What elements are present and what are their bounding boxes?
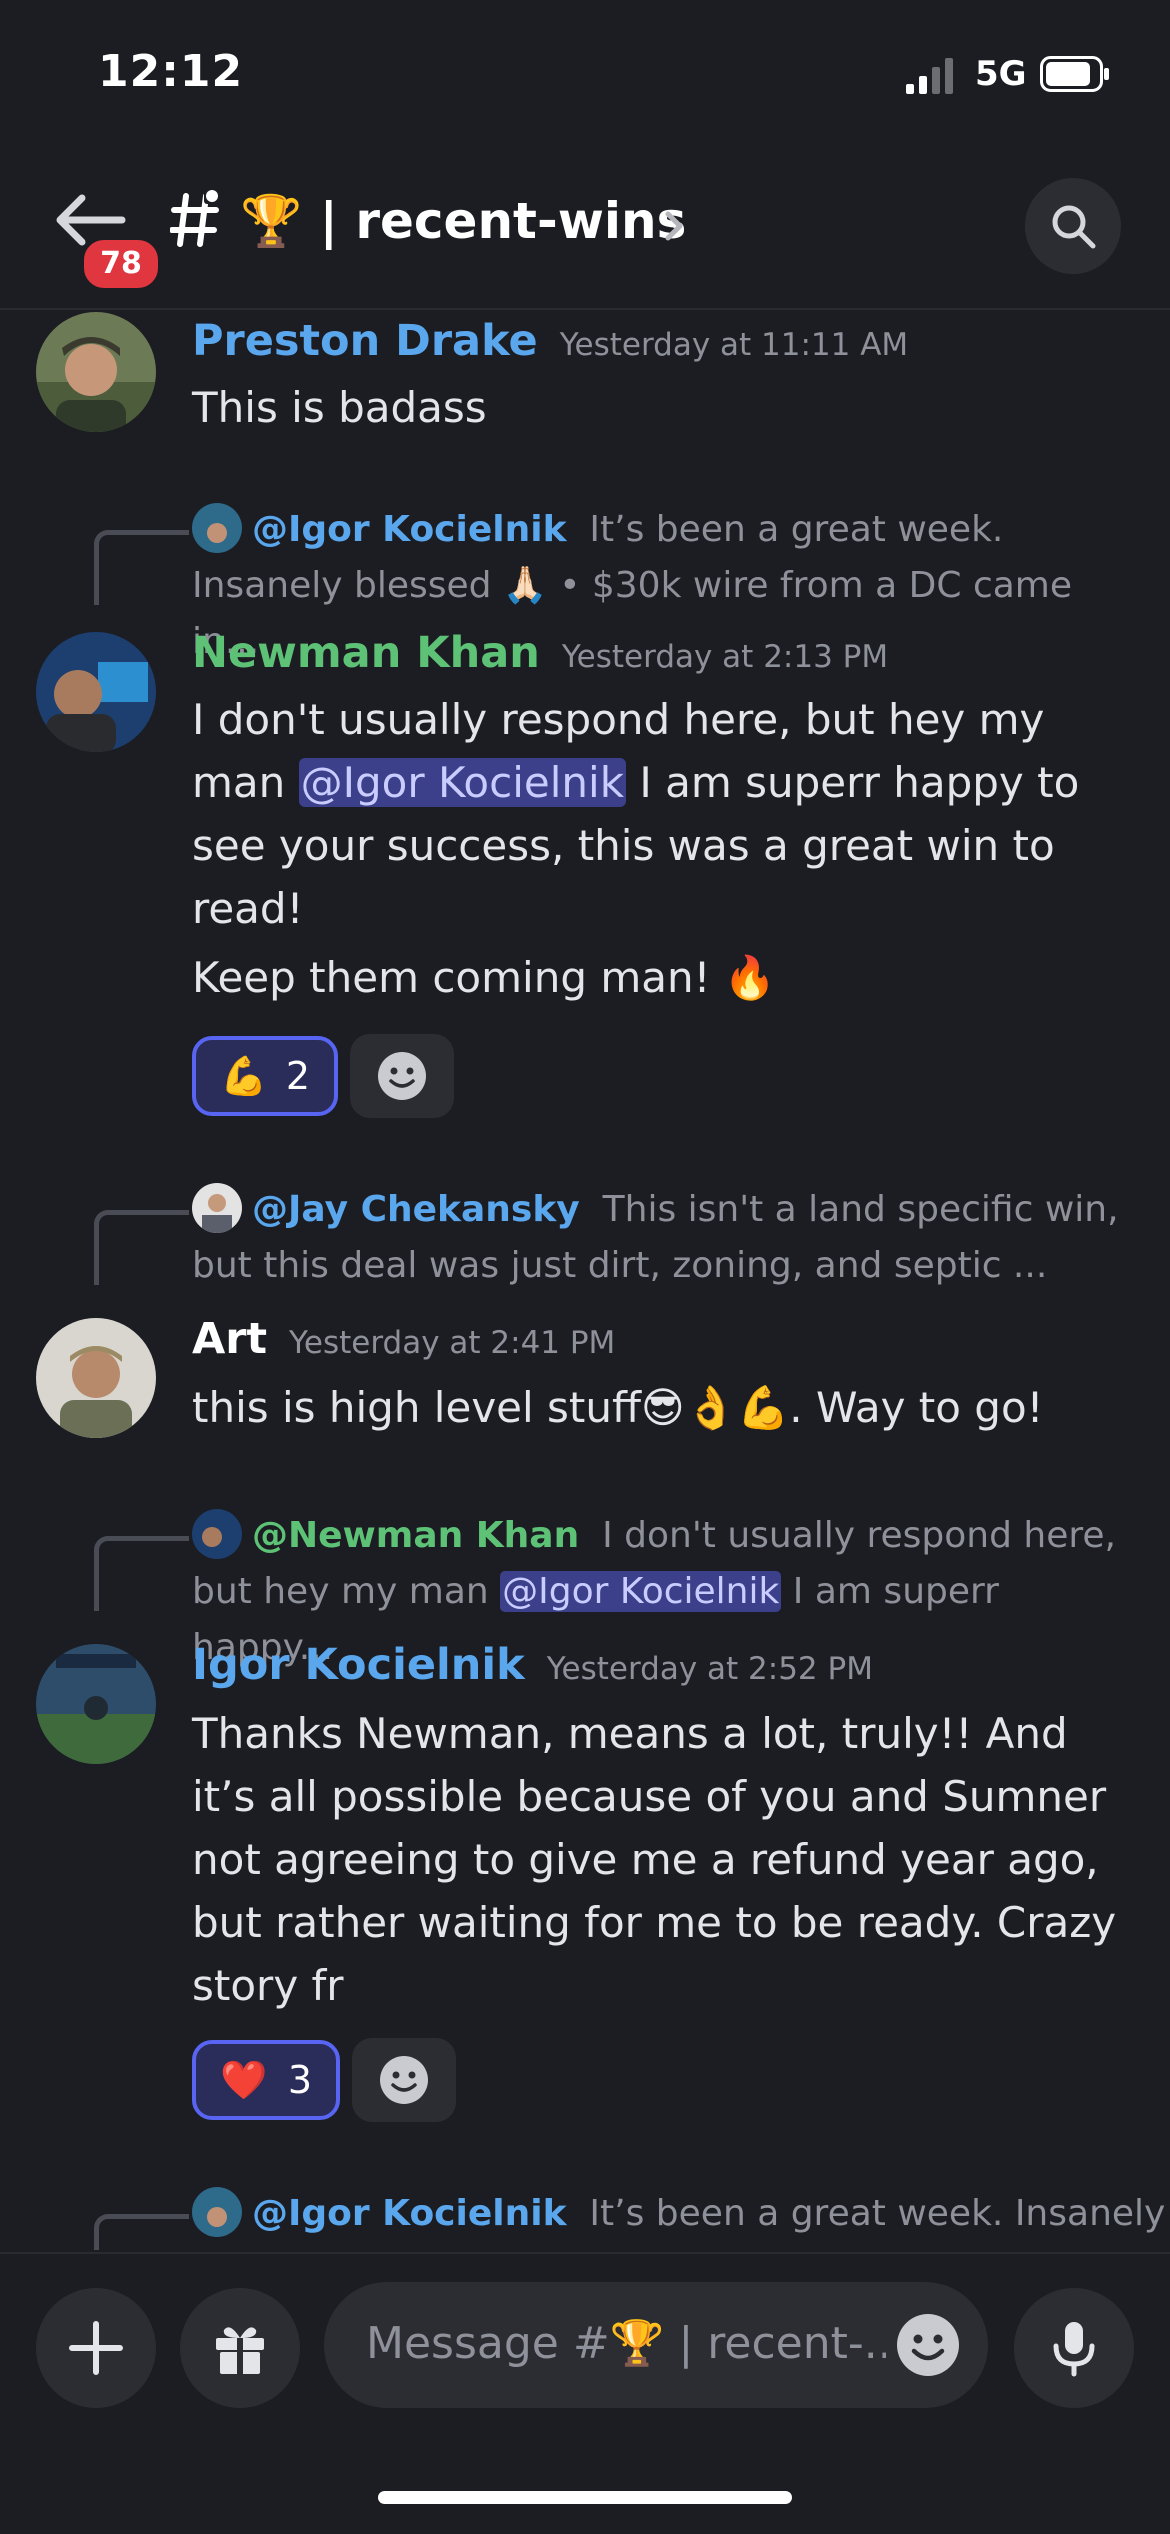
author-name[interactable]: Igor Kocielnik: [192, 1640, 525, 1690]
voice-message-button[interactable]: [1014, 2288, 1134, 2408]
reply-connector: [94, 2214, 189, 2250]
channel-title[interactable]: 🏆 | recent-wins: [240, 192, 686, 251]
message-header: Preston Drake Yesterday at 11:11 AM: [192, 316, 908, 366]
message-timestamp: Yesterday at 2:41 PM: [289, 1325, 616, 1361]
reply-avatar: [192, 1509, 242, 1559]
reply-preview[interactable]: @Igor Kocielnik It’s been a great week. …: [192, 2186, 1165, 2242]
author-name[interactable]: Art: [192, 1314, 267, 1364]
gift-button[interactable]: [180, 2288, 300, 2408]
reaction-count: 3: [287, 2058, 312, 2102]
message-text: Thanks Newman, means a lot, truly!! And …: [192, 1709, 1117, 2010]
reply-text: It’s been a great week. Insanely: [589, 2193, 1166, 2234]
reaction-pill[interactable]: ❤️ 3: [192, 2040, 340, 2120]
reply-mention: @Newman Khan: [252, 1515, 580, 1556]
avatar[interactable]: [36, 1318, 156, 1438]
avatar[interactable]: [36, 312, 156, 432]
reaction-pill[interactable]: 💪 2: [192, 1036, 338, 1116]
reply-mention: @Igor Kocielnik: [252, 2193, 567, 2234]
reply-avatar: [192, 503, 242, 553]
reply-connector: [94, 530, 189, 605]
reaction-count: 2: [285, 1054, 310, 1098]
reaction-emoji: 💪: [220, 1054, 268, 1098]
reply-avatar: [192, 2187, 242, 2237]
search-button[interactable]: [1025, 178, 1121, 274]
status-time: 12:12: [98, 46, 244, 97]
channel-hash-icon: [170, 190, 220, 247]
reply-avatar: [192, 1183, 242, 1233]
message-text: this is high level stuff😎👌💪. Way to go!: [192, 1383, 1044, 1432]
attach-button[interactable]: [36, 2288, 156, 2408]
reply-inline-mention: @Igor Kocielnik: [500, 1571, 782, 1612]
author-name[interactable]: Newman Khan: [192, 628, 540, 678]
channel-header: 78 🏆 | recent-wins: [0, 150, 1170, 310]
smiley-icon: [378, 1052, 426, 1100]
reply-preview[interactable]: @Jay Chekansky This isn't a land specifi…: [192, 1182, 1142, 1294]
search-icon: [1052, 205, 1096, 249]
avatar[interactable]: [36, 632, 156, 752]
user-mention[interactable]: @Igor Kocielnik: [298, 758, 627, 807]
reply-connector: [94, 1210, 189, 1285]
reply-connector: [94, 1536, 189, 1611]
reply-mention: @Jay Chekansky: [252, 1189, 580, 1230]
smiley-icon: [380, 2056, 428, 2104]
message-header: Igor Kocielnik Yesterday at 2:52 PM: [192, 1640, 873, 1690]
network-type: 5G: [975, 54, 1027, 94]
signal-icon: [906, 58, 953, 94]
add-reaction-button[interactable]: [352, 2038, 456, 2122]
message-list[interactable]: Preston Drake Yesterday at 11:11 AM This …: [0, 310, 1170, 2250]
reaction-emoji: ❤️: [220, 2058, 268, 2102]
reply-mention: @Igor Kocielnik: [252, 509, 567, 550]
message-text: This is badass: [192, 383, 487, 432]
avatar[interactable]: [36, 1644, 156, 1764]
emoji-icon[interactable]: [896, 2313, 960, 2377]
message-header: Newman Khan Yesterday at 2:13 PM: [192, 628, 888, 678]
microphone-icon: [1053, 2322, 1095, 2377]
message-text: I don't usually respond here, but hey my…: [192, 688, 1132, 940]
chevron-right-icon[interactable]: [660, 206, 690, 246]
gift-icon: [216, 2327, 264, 2374]
status-bar: 12:12 5G: [0, 0, 1170, 150]
message-input-placeholder: Message #🏆 | recent-..: [366, 2318, 886, 2369]
message-text: Keep them coming man! 🔥: [192, 953, 777, 1002]
message-timestamp: Yesterday at 2:13 PM: [561, 639, 889, 675]
message-input[interactable]: Message #🏆 | recent-..: [324, 2282, 988, 2408]
unread-badge: 78: [80, 236, 162, 292]
message-timestamp: Yesterday at 2:52 PM: [546, 1651, 873, 1687]
message-timestamp: Yesterday at 11:11 AM: [559, 327, 909, 363]
home-indicator[interactable]: [378, 2491, 792, 2504]
plus-icon: [69, 2321, 123, 2375]
message-header: Art Yesterday at 2:41 PM: [192, 1314, 615, 1364]
author-name[interactable]: Preston Drake: [192, 316, 538, 366]
battery-icon: [1040, 56, 1109, 92]
add-reaction-button[interactable]: [350, 1034, 454, 1118]
